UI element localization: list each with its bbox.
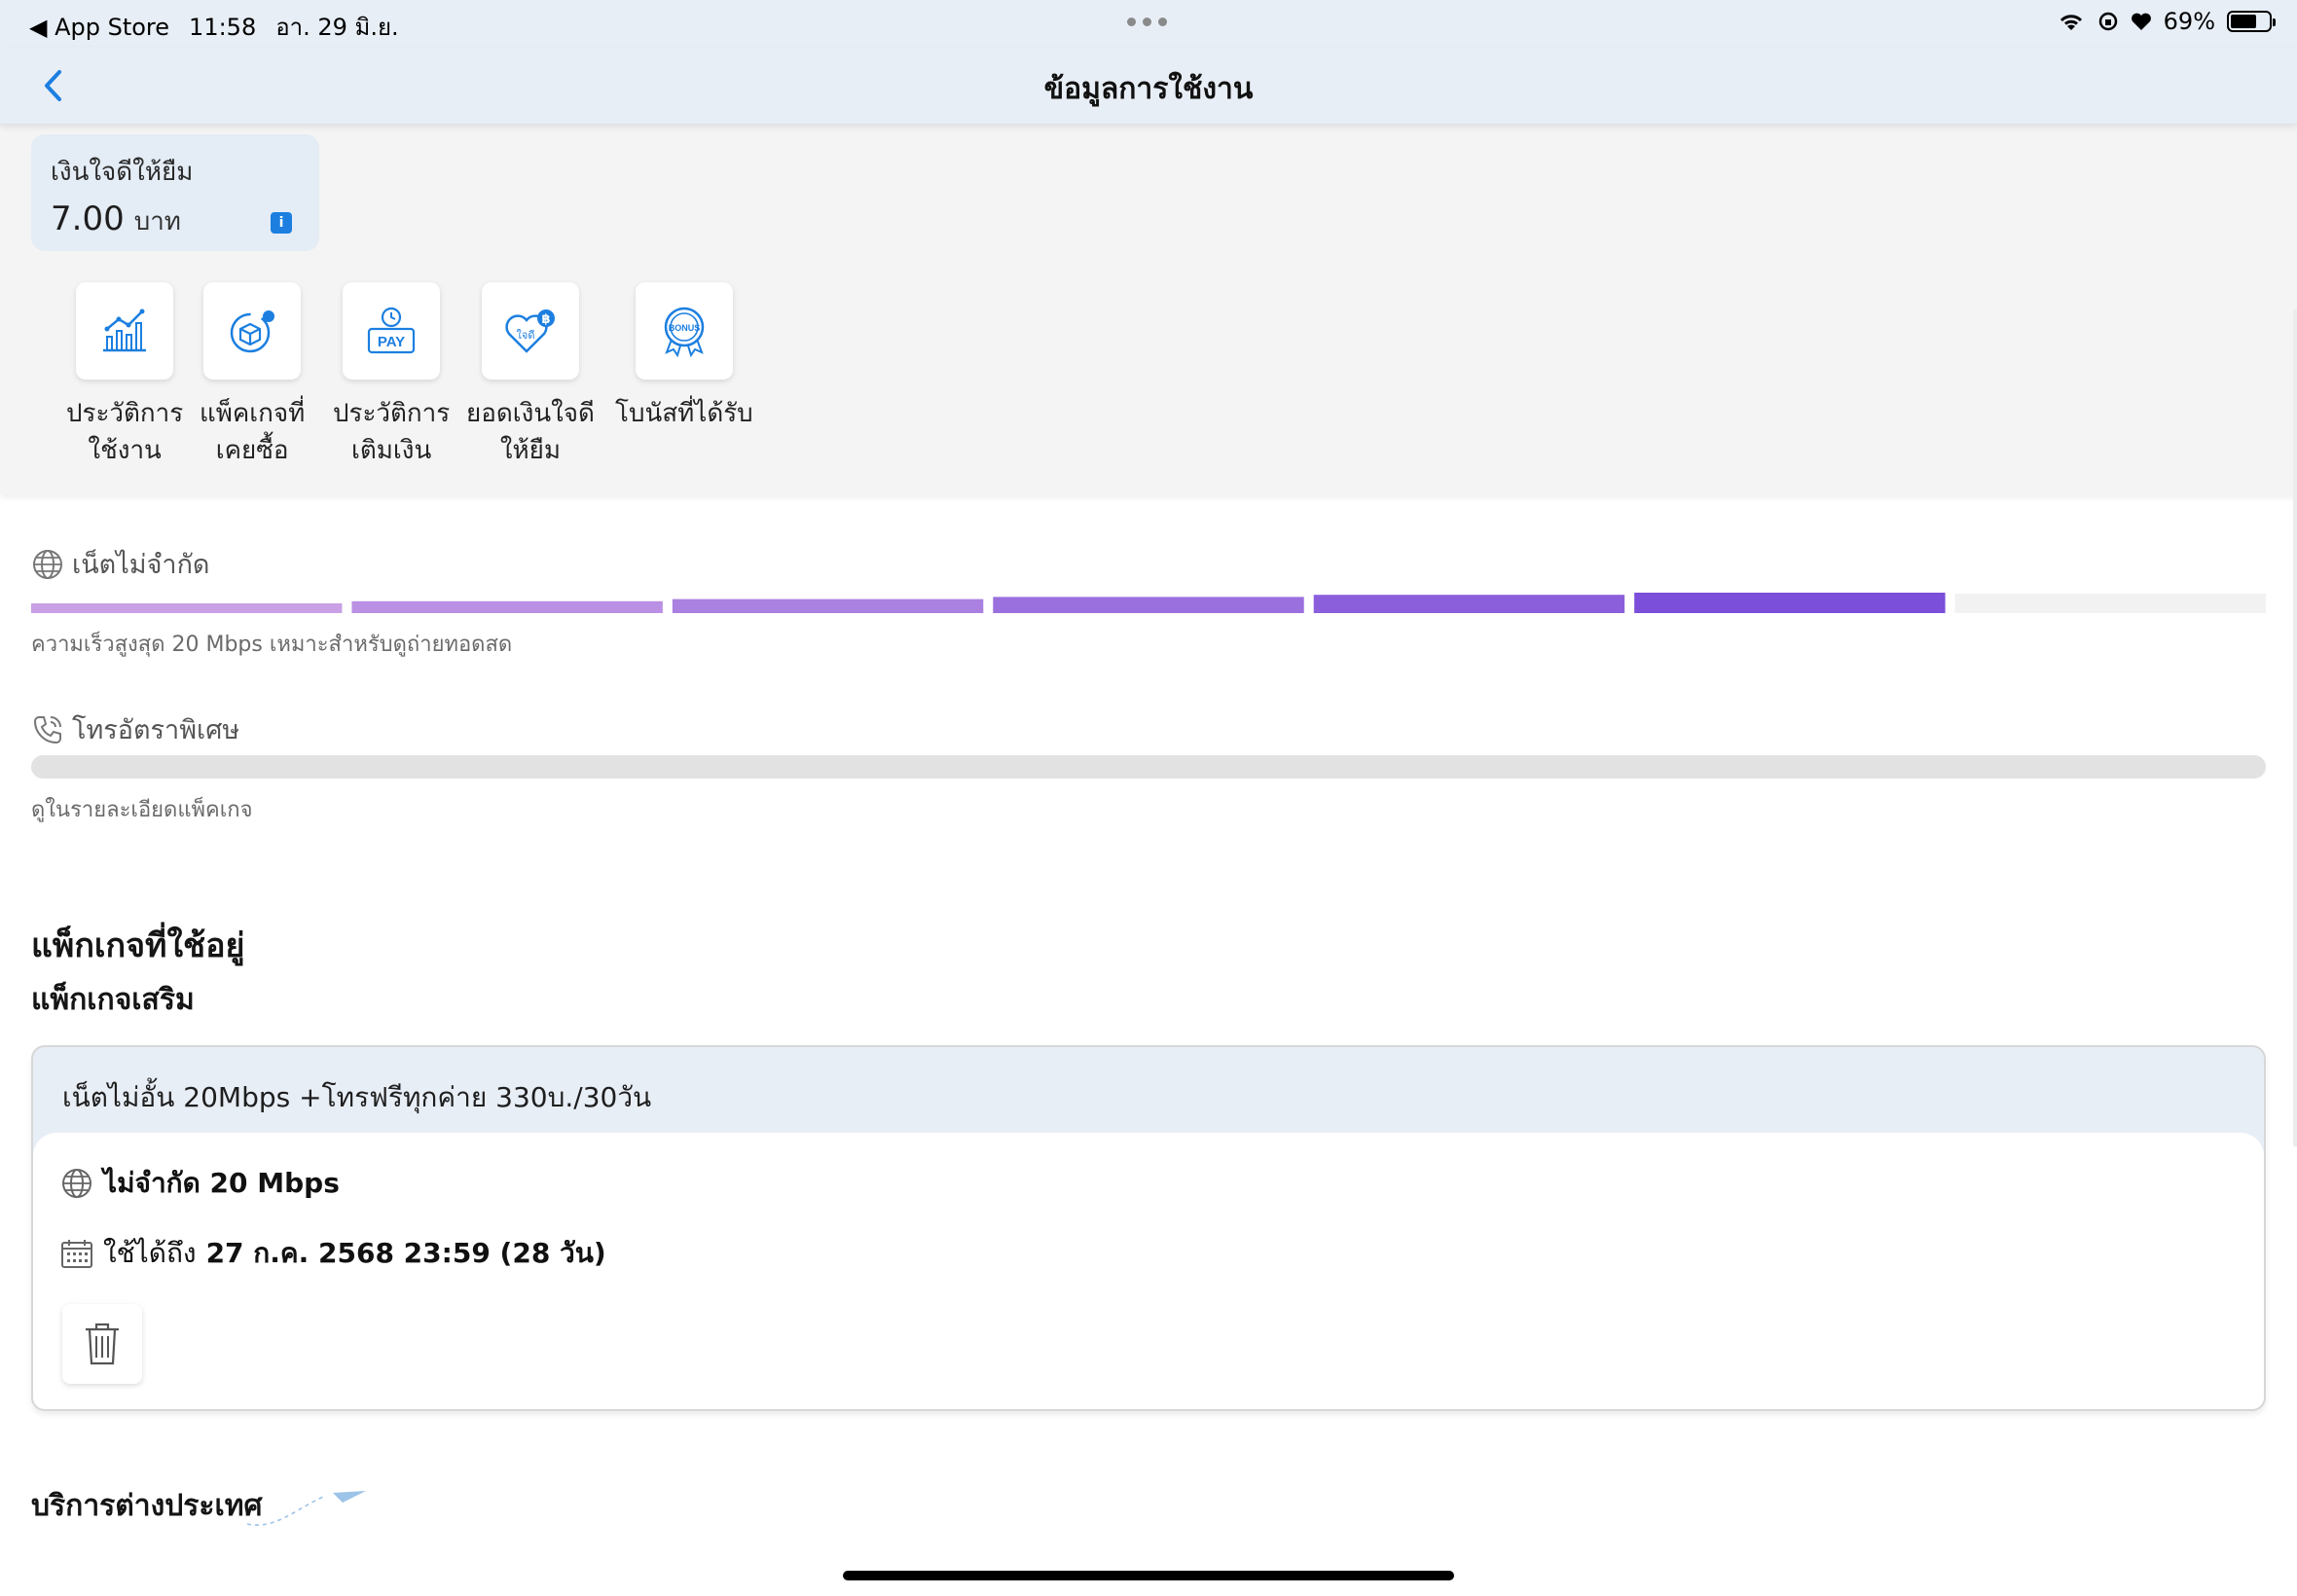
bonus-icon: BONUS [664, 307, 705, 358]
delete-package-button[interactable] [62, 1304, 142, 1384]
usage-segment-filled [993, 597, 1304, 613]
credit-label: เงินใจดีให้ยืม [51, 158, 194, 187]
shortcut-label: โบนัสที่ได้รับ [615, 399, 753, 428]
internet-usage-header: เน็ตไม่จำกัด [31, 543, 209, 585]
active-packages-heading: แพ็กเกจที่ใช้อยู่ [31, 926, 245, 965]
credit-card[interactable]: เงินใจดีให้ยืม 7.00 บาท i [31, 134, 319, 251]
package-history-icon [230, 310, 275, 353]
status-time: 11:58 [189, 13, 257, 41]
usage-segment-filled [351, 600, 663, 613]
pay-history-icon: PAY [368, 307, 416, 354]
shortcut-topup-history[interactable]: PAY ประวัติการเติมเงิน [333, 282, 450, 469]
globe-icon [62, 1169, 91, 1198]
shortcut-label: เคยซื้อ [215, 436, 289, 465]
shortcut-grid: ประวัติการ ใช้งาน แพ็คเกจที่ เคยซื้อ PAY… [0, 282, 876, 477]
shortcut-label: แพ็คเกจที่ [200, 399, 306, 428]
package-speed-row: ไม่จำกัด 20 Mbps [60, 1162, 340, 1205]
internet-label: เน็ตไม่จำกัด [72, 550, 210, 580]
credit-amount: 7.00 [51, 200, 125, 238]
info-icon[interactable]: i [271, 212, 292, 234]
call-usage-bar [31, 755, 2266, 779]
status-bar: ◀ App Store 11:58 อา. 29 มิ.ย. 69% [0, 0, 2297, 47]
paper-plane-icon [246, 1491, 366, 1526]
rotation-lock-icon [2098, 12, 2117, 31]
shortcut-loan-balance[interactable]: ใจดี ฿ ยอดเงินใจดีให้ยืม [466, 282, 595, 469]
battery-icon [2227, 11, 2276, 32]
shortcut-label: ใช้งาน [88, 436, 162, 465]
usage-segment-filled [31, 603, 343, 613]
package-card[interactable]: เน็ตไม่อั้น 20Mbps +โทรฟรีทุกค่าย 330บ./… [31, 1045, 2266, 1411]
call-label: โทรอัตราพิเศษ [72, 715, 240, 745]
phone-icon [33, 715, 61, 744]
usage-segment-filled [672, 598, 984, 613]
package-name: เน็ตไม่อั้น 20Mbps +โทรฟรีทุกค่าย 330บ./… [62, 1081, 652, 1113]
wifi-icon [2060, 15, 2082, 30]
credit-unit: บาท [133, 207, 181, 236]
multitasking-dots-icon[interactable] [1127, 18, 1167, 26]
shortcut-package-history[interactable]: แพ็คเกจที่เคยซื้อ [200, 282, 305, 469]
home-indicator[interactable] [843, 1571, 1454, 1580]
internet-note: ความเร็วสูงสุด 20 Mbps เหมาะสำหรับดูถ่าย… [31, 633, 513, 657]
package-speed: ไม่จำกัด 20 Mbps [103, 1167, 340, 1199]
shortcut-label: ประวัติการ [333, 399, 451, 428]
usage-segment-empty [1954, 594, 2266, 613]
usage-segment-filled [1313, 595, 1625, 613]
nav-bar: ข้อมูลการใช้งาน [0, 47, 2297, 125]
globe-icon [33, 549, 62, 579]
shortcut-label: ยอดเงินใจดี [466, 399, 595, 428]
shortcut-label: เติมเงิน [350, 436, 432, 465]
call-usage-header: โทรอัตราพิเศษ [31, 708, 239, 750]
scrollbar[interactable] [2293, 309, 2297, 1146]
pay-icon-text: PAY [378, 334, 405, 350]
bonus-icon-text: BONUS [669, 323, 701, 333]
shortcut-bonus[interactable]: BONUS โบนัสที่ได้รับ [615, 282, 753, 432]
package-details: ไม่จำกัด 20 Mbps ใช้ได้ถึง 27 ก.ค. 2568 … [33, 1133, 2264, 1409]
status-date: อา. 29 มิ.ย. [275, 14, 399, 41]
addon-packages-heading: แพ็กเกจเสริม [31, 983, 195, 1017]
shortcut-label: ให้ยืม [499, 436, 562, 465]
heart-loan-icon: ใจดี ฿ [505, 309, 555, 353]
call-note: ดูในรายละเอียดแพ็คเกจ [31, 798, 253, 822]
trash-icon [86, 1323, 119, 1365]
package-validity-row: ใช้ได้ถึง 27 ก.ค. 2568 23:59 (28 วัน) [60, 1232, 606, 1275]
valid-prefix: ใช้ได้ถึง [103, 1237, 197, 1269]
shortcut-label: ประวัติการ [66, 399, 184, 428]
heart-icon-text: ใจดี [516, 329, 534, 342]
baht-icon-text: ฿ [541, 312, 550, 327]
calendar-icon [61, 1240, 92, 1268]
international-services-heading: บริการต่างประเทศ [31, 1489, 263, 1523]
app-store-back-link[interactable]: ◀ App Store [29, 14, 169, 41]
heart-status-icon [2131, 13, 2151, 30]
valid-until: 27 ก.ค. 2568 23:59 (28 วัน) [205, 1237, 606, 1269]
page-title: ข้อมูลการใช้งาน [1043, 72, 1254, 106]
battery-percent: 69% [2163, 8, 2215, 35]
internet-usage-bar [31, 593, 2266, 613]
shortcut-usage-history[interactable]: ประวัติการใช้งาน [66, 282, 183, 469]
chart-icon [103, 308, 147, 352]
account-summary-panel: เงินใจดีให้ยืม 7.00 บาท i ประวัติการใช้ง… [0, 125, 2297, 494]
usage-segment-filled [1634, 593, 1946, 613]
